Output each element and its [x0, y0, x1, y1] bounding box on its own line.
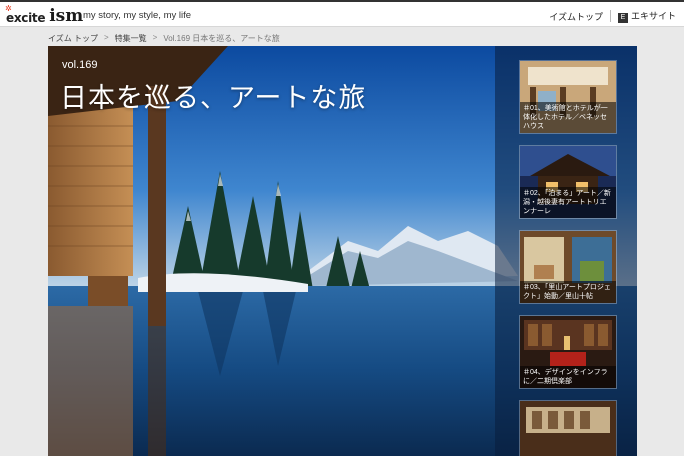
breadcrumb-separator: > [152, 33, 158, 42]
feature-title: 日本を巡る、アートな旅 [60, 83, 367, 114]
nav-ism-top-link[interactable]: イズムトップ [549, 10, 603, 23]
logo-ism: ism [49, 6, 84, 26]
article-card-02[interactable]: ＃02、「泊まる」アート／新潟・越後妻有アートトリエンナーレ [519, 145, 617, 219]
article-card-01[interactable]: ＃01、美術館とホテルが一体化したホテル／ベネッセハウス [519, 60, 617, 134]
excite-icon: E [617, 13, 628, 23]
top-bar: ✲ excite ism my story, my style, my life… [0, 0, 684, 27]
breadcrumb-current: Vol.169 日本を巡る、アートな旅 [163, 34, 280, 43]
breadcrumb-home-link[interactable]: イズム トップ [48, 33, 98, 44]
article-sidebar: ＃01、美術館とホテルが一体化したホテル／ベネッセハウス ＃02、「泊まる」アー… [495, 46, 637, 456]
article-caption: ＃04、デザインをインフラに／二期倶楽部 [520, 366, 616, 388]
header-nav: イズムトップ E エキサイト [549, 9, 676, 23]
nav-excite-link[interactable]: E エキサイト [617, 9, 676, 23]
breadcrumb-separator: > [103, 33, 109, 42]
article-card-05[interactable] [519, 400, 617, 456]
breadcrumb: イズム トップ > 特集一覧 > Vol.169 日本を巡る、アートな旅 [48, 33, 280, 44]
logo-excite: ✲ excite [5, 4, 46, 26]
hero-image: vol.169 日本を巡る、アートな旅 ＃01、美術館とホテルが一体化したホテル… [48, 46, 637, 456]
article-caption: ＃03、「里山アートプロジェクト」始動／里山十帖 [520, 281, 616, 303]
breadcrumb-section-link[interactable]: 特集一覧 [115, 33, 147, 44]
article-thumbnail [520, 401, 616, 456]
article-card-04[interactable]: ＃04、デザインをインフラに／二期倶楽部 [519, 315, 617, 389]
nav-divider [609, 10, 611, 22]
tagline: my story, my style, my life [83, 10, 192, 21]
nav-excite-label: エキサイト [630, 11, 676, 21]
spark-icon: ✲ [5, 4, 12, 13]
article-caption: ＃01、美術館とホテルが一体化したホテル／ベネッセハウス [520, 102, 616, 133]
article-caption: ＃02、「泊まる」アート／新潟・越後妻有アートトリエンナーレ [520, 187, 616, 218]
volume-label: vol.169 [62, 59, 98, 71]
article-card-03[interactable]: ＃03、「里山アートプロジェクト」始動／里山十帖 [519, 230, 617, 304]
excite-ism-logo[interactable]: ✲ excite ism [5, 4, 84, 26]
